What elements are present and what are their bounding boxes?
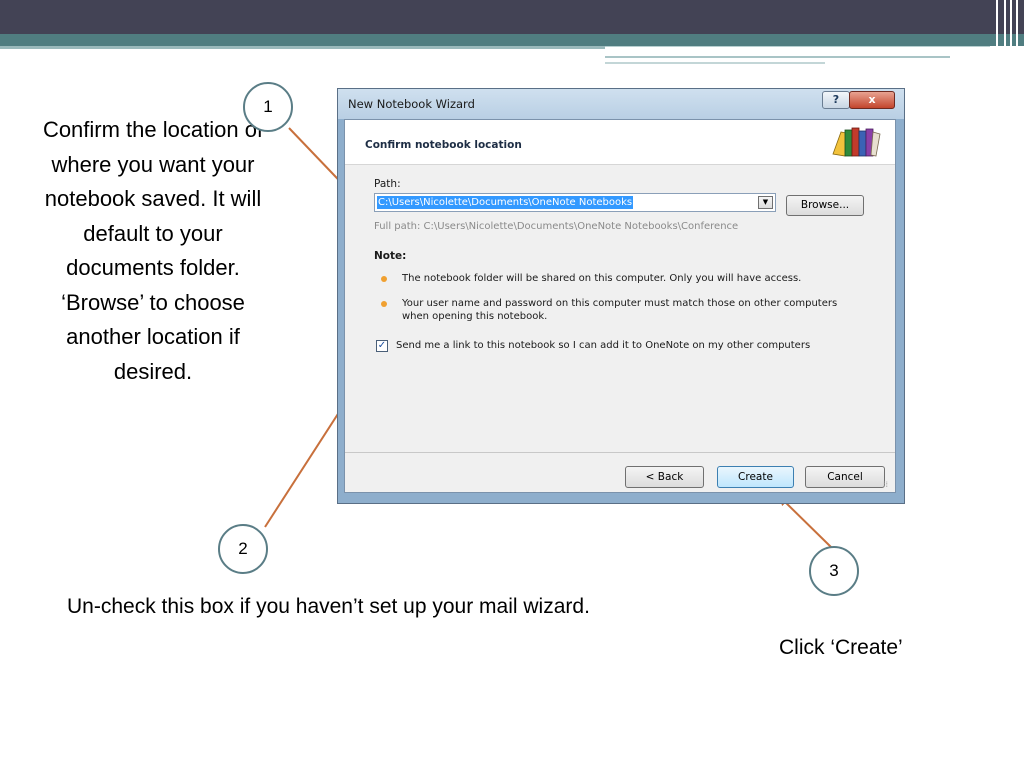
arrow-3 (778, 495, 833, 549)
full-path-text: Full path: C:\Users\Nicolette\Documents\… (374, 221, 739, 232)
wizard-header: Confirm notebook location (345, 120, 895, 165)
resize-grip-icon[interactable]: ⁞⁞ (883, 480, 893, 490)
slide-header-accent (0, 34, 1024, 46)
send-link-checkbox-label[interactable]: Send me a link to this notebook so I can… (396, 340, 810, 351)
new-notebook-wizard-dialog: New Notebook Wizard ? x Confirm notebook… (337, 88, 905, 504)
dialog-title: New Notebook Wizard (348, 97, 475, 111)
footer-divider (345, 452, 895, 453)
books-icon (832, 127, 881, 157)
slide-header-box (605, 46, 990, 66)
cancel-button[interactable]: Cancel (805, 466, 885, 488)
step-3-caption: Click ‘Create’ (779, 636, 903, 659)
step-2-circle: 2 (218, 524, 268, 574)
step-2-caption: Un-check this box if you haven’t set up … (67, 595, 590, 618)
close-icon[interactable]: x (849, 91, 895, 109)
path-label: Path: (374, 178, 401, 190)
note-item: Your user name and password on this comp… (402, 298, 838, 322)
instruction-text: Confirm the location of where you want y… (42, 117, 264, 384)
create-button[interactable]: Create (717, 466, 794, 488)
help-icon[interactable]: ? (822, 91, 850, 109)
step-3-circle: 3 (809, 546, 859, 596)
slide-header-stripes (990, 0, 1024, 72)
path-combobox[interactable]: C:\Users\Nicolette\Documents\OneNote Not… (374, 193, 776, 212)
checkmark-icon: ✓ (377, 340, 387, 351)
back-button[interactable]: < Back (625, 466, 704, 488)
bullet-icon (381, 301, 387, 307)
wizard-header-title: Confirm notebook location (365, 139, 522, 151)
note-label: Note: (374, 250, 407, 262)
note-item: The notebook folder will be shared on th… (402, 273, 802, 284)
step-1-circle: 1 (243, 82, 293, 132)
bullet-icon (381, 276, 387, 282)
browse-button[interactable]: Browse... (786, 195, 864, 216)
send-link-checkbox[interactable]: ✓ (376, 340, 388, 352)
path-value[interactable]: C:\Users\Nicolette\Documents\OneNote Not… (377, 196, 634, 209)
slide-header-bar (0, 0, 1024, 34)
dropdown-arrow-icon[interactable]: ▼ (758, 196, 773, 209)
dialog-titlebar[interactable]: New Notebook Wizard ? x (338, 89, 904, 119)
dialog-content: Confirm notebook location Path: C:\Users… (344, 119, 896, 493)
